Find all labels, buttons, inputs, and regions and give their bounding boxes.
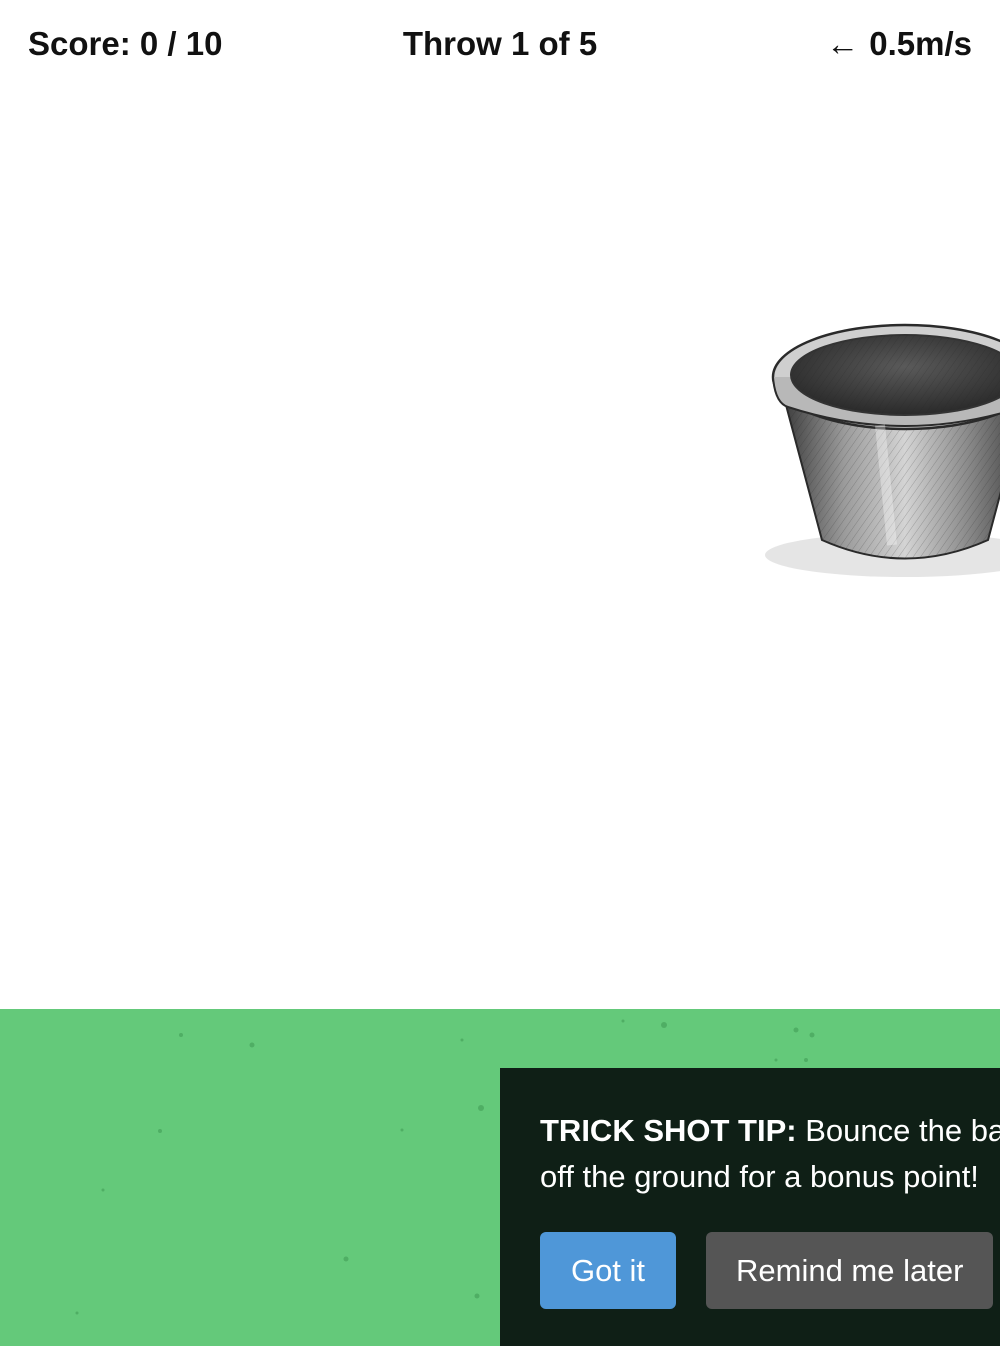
wind-arrow-icon: ← — [826, 25, 860, 62]
game-stage[interactable]: Throw 1 of 5 Score: 0 / 10 ← 0.5m/s TRIC… — [0, 0, 1000, 1346]
wind-indicator: ← 0.5m/s — [826, 22, 972, 66]
wind-speed: 0.5m/s — [869, 25, 972, 62]
score-display: Score: 0 / 10 — [28, 25, 223, 62]
got-it-button[interactable]: Got it — [540, 1232, 676, 1309]
tip-heading: TRICK SHOT TIP: — [540, 1113, 797, 1148]
tip-actions: Got it Remind me later — [540, 1232, 1000, 1309]
trick-shot-tip-popup: TRICK SHOT TIP: Bounce the ball off the … — [500, 1068, 1000, 1346]
bucket-icon — [765, 323, 1000, 577]
remind-later-button[interactable]: Remind me later — [706, 1232, 994, 1309]
tip-message: TRICK SHOT TIP: Bounce the ball off the … — [540, 1108, 1000, 1204]
